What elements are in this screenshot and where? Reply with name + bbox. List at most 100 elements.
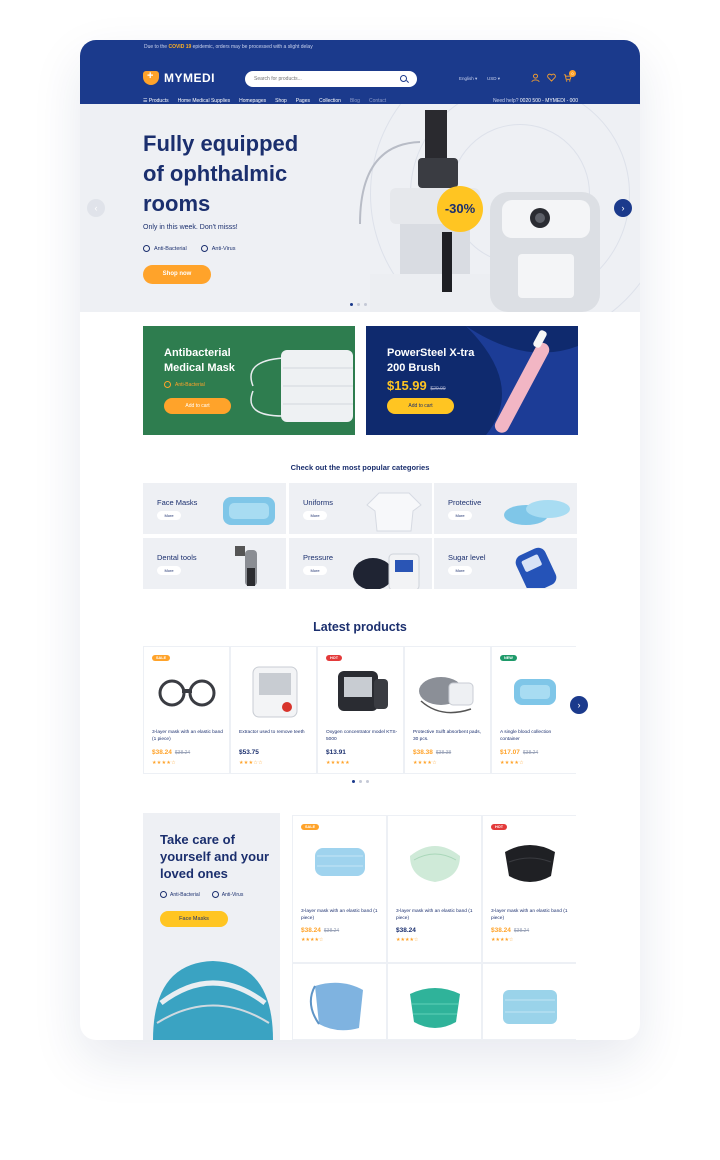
header: MYMEDI English ▾ USD ▾ 0 ☰ Products Home… (80, 54, 640, 104)
category-sugar-level[interactable]: Sugar level More (434, 538, 577, 589)
category-name: Protective (448, 498, 482, 507)
product-card[interactable]: Extractor used to remove teeth $53.75 ★★… (230, 646, 317, 774)
product-price: $38.24 (396, 927, 419, 934)
product-name[interactable]: Protective Sulft absorbent pads, 30 pcs. (413, 729, 485, 743)
shop-now-button[interactable]: Shop now (143, 265, 211, 284)
product-price: $13.91 (326, 749, 349, 756)
product-name[interactable]: Oxygen concentrator model KTS-5000 (326, 729, 398, 743)
category-uniforms[interactable]: Uniforms More (289, 483, 432, 534)
more-button[interactable]: More (448, 511, 472, 520)
discount-badge: -30% (437, 186, 483, 232)
mask-product-card[interactable] (482, 963, 576, 1040)
hero-prev-arrow[interactable]: ‹ (87, 199, 105, 217)
notice-text-end: epidemic, orders may be processed with a… (191, 44, 313, 50)
product-name[interactable]: 3-layer mask with an elastic band (1 pie… (491, 908, 569, 922)
product-card[interactable]: HOT Oxygen concentrator model KTS-5000 $… (317, 646, 404, 774)
face-masks-button[interactable]: Face Masks (160, 911, 228, 927)
uniform-thumbnail (366, 492, 422, 532)
banner-tag-label: Anti-Bacterial (175, 381, 205, 388)
page-dot[interactable] (352, 780, 355, 783)
product-name[interactable]: 3-layer mask with an elastic band (1 pie… (301, 908, 379, 922)
products-pagination (352, 780, 369, 783)
page-dot[interactable] (366, 780, 369, 783)
product-name[interactable]: 3-layer mask with an elastic band (1 pie… (152, 729, 224, 743)
category-name: Uniforms (303, 498, 334, 507)
brand-name: MYMEDI (164, 71, 215, 85)
category-name: Dental tools (157, 553, 197, 562)
pressure-monitor-thumbnail (353, 553, 420, 589)
hero-next-arrow[interactable]: › (614, 199, 632, 217)
price-value: $38.24 (301, 927, 321, 934)
mask-product-card[interactable]: HOT 3-layer mask with an elastic band (1… (482, 815, 576, 963)
price-value: $17.07 (500, 749, 520, 756)
search-input[interactable] (245, 71, 417, 87)
mask-product-card[interactable]: 3-layer mask with an elastic band (1 pie… (387, 815, 482, 963)
banner-brush[interactable]: PowerSteel X-tra 200 Brush $15.99 $29.99… (366, 326, 578, 435)
notice-bar: Due to the COVID 19 epidemic, orders may… (80, 40, 640, 54)
more-button[interactable]: More (448, 566, 472, 575)
old-price: $38.24 (522, 750, 539, 756)
mask-product-card[interactable]: SALE 3-layer mask with an elastic band (… (292, 815, 387, 963)
category-dental-tools[interactable]: Dental tools More (143, 538, 286, 589)
category-pressure[interactable]: Pressure More (289, 538, 432, 589)
slide-dot[interactable] (350, 303, 353, 306)
heart-icon[interactable] (547, 73, 556, 82)
old-price: $38.24 (174, 750, 191, 756)
green-mask-image (410, 846, 460, 882)
more-button[interactable]: More (303, 566, 327, 575)
product-card[interactable]: Protective Sulft absorbent pads, 30 pcs.… (404, 646, 491, 774)
notice-highlight: COVID 19 (168, 44, 192, 50)
language-value: English (459, 76, 474, 81)
add-to-cart-button[interactable]: Add to cart (164, 398, 231, 414)
product-name[interactable]: A single blood collection container (500, 729, 572, 743)
bacteria-icon (160, 891, 167, 898)
old-price: $29.99 (430, 386, 446, 392)
slide-dot[interactable] (357, 303, 360, 306)
language-select[interactable]: English ▾ (459, 76, 477, 82)
page-dot[interactable] (359, 780, 362, 783)
more-button[interactable]: More (157, 566, 181, 575)
banner-price: $15.99 $29.99 (387, 378, 446, 393)
rating-stars: ★★★★☆ (500, 760, 524, 766)
price-value: $38.38 (413, 749, 433, 756)
product-card[interactable]: NEW A single blood collection container … (491, 646, 576, 774)
notice-text: Due to the (144, 44, 169, 50)
add-to-cart-button[interactable]: Add to cart (387, 398, 454, 414)
product-name[interactable]: 3-layer mask with an elastic band (1 pie… (396, 908, 474, 922)
banner-title: Antibacterial Medical Mask (164, 347, 235, 374)
more-button[interactable]: More (157, 511, 181, 520)
mask-product-card[interactable] (387, 963, 482, 1040)
promo-tag-antivirus: Anti-Virus (211, 891, 243, 898)
price-value: $38.24 (491, 927, 511, 934)
black-mask-image (505, 845, 555, 882)
blue-cloth-mask-image (309, 982, 363, 1031)
category-face-masks[interactable]: Face Masks More (143, 483, 286, 534)
logo[interactable]: MYMEDI (143, 70, 215, 85)
page-frame: Due to the COVID 19 epidemic, orders may… (80, 40, 640, 1040)
bacteria-icon (164, 381, 171, 388)
mask-product-card[interactable] (292, 963, 387, 1040)
rating-stars: ★★★★☆ (413, 760, 437, 766)
product-price: $38.38 $38.38 (413, 749, 451, 756)
products-next-arrow[interactable]: › (570, 696, 588, 714)
slide-dot[interactable] (364, 303, 367, 306)
category-name: Face Masks (157, 498, 198, 507)
product-price: $17.07 $38.24 (500, 749, 538, 756)
rating-stars: ★★★★☆ (301, 937, 324, 943)
product-name[interactable]: Extractor used to remove teeth (239, 729, 311, 736)
user-icon[interactable] (531, 73, 540, 83)
banner-mask[interactable]: Antibacterial Medical Mask Anti-Bacteria… (143, 326, 355, 435)
promo-tags: Anti-Bacterial Anti-Virus (160, 891, 243, 898)
old-price: $38.38 (435, 750, 452, 756)
respirator-image (153, 961, 273, 1040)
logo-heart-icon (143, 70, 159, 85)
product-card[interactable]: SALE 3-layer mask with an elastic band (… (143, 646, 230, 774)
hero-tag-antibacterial: Anti-Bacterial (143, 245, 187, 252)
more-button[interactable]: More (303, 511, 327, 520)
search-icon[interactable] (400, 75, 407, 82)
category-protective[interactable]: Protective More (434, 483, 577, 534)
wrist-monitor-image (338, 671, 388, 711)
hero-title: Fully equipped of ophthalmic rooms (143, 131, 299, 216)
currency-select[interactable]: USD ▾ (487, 76, 500, 82)
rating-stars: ★★★★☆ (491, 937, 514, 943)
